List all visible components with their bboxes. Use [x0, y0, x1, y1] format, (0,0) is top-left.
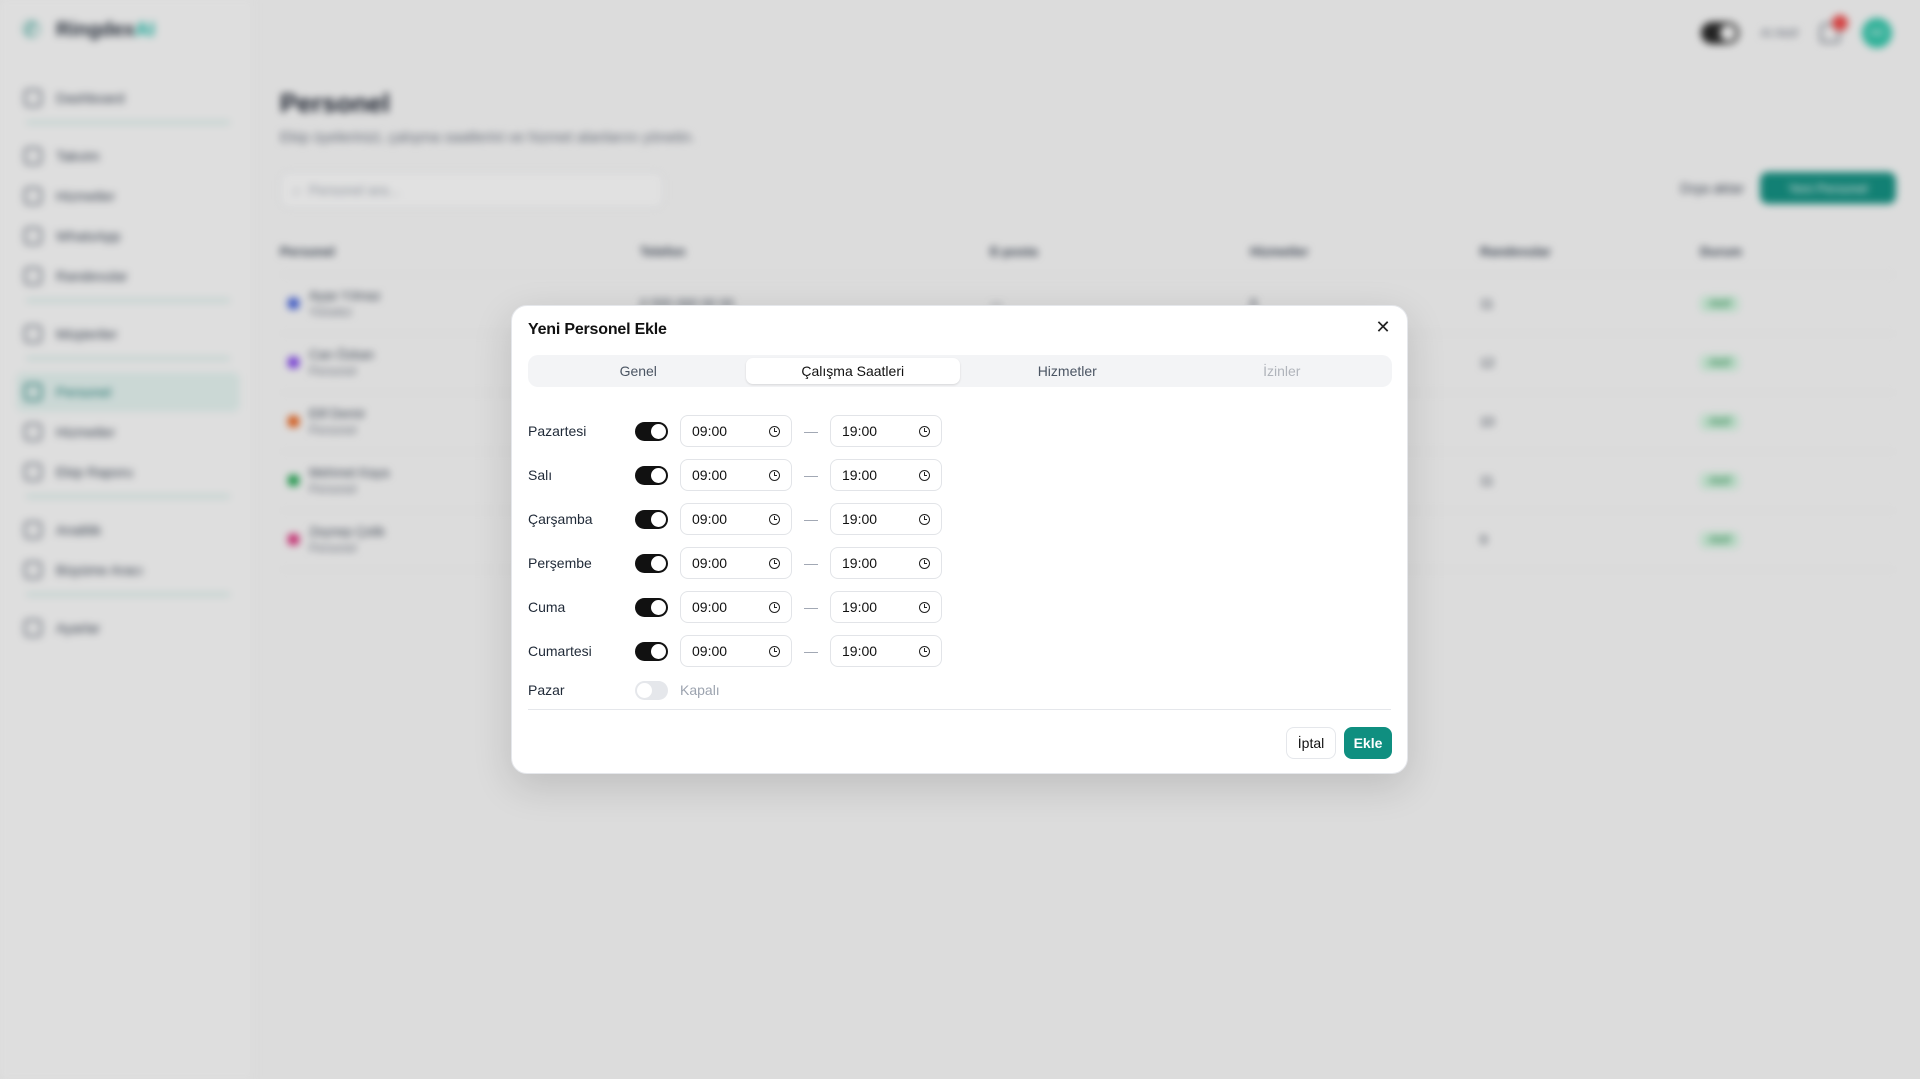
- day-name: Cumartesi: [528, 643, 592, 659]
- tab-working-hours[interactable]: Çalışma Saatleri: [745, 358, 960, 384]
- day-name: Çarşamba: [528, 511, 593, 527]
- day-row: Cumartesi 09:00 — 19:00: [528, 629, 1392, 673]
- modal-tabs: Genel Çalışma Saatleri Hizmetler İzinler: [528, 355, 1392, 387]
- end-time-value: 19:00: [842, 511, 878, 527]
- end-time-value: 19:00: [842, 555, 878, 571]
- end-time-value: 19:00: [842, 423, 878, 439]
- start-time-input[interactable]: 09:00: [680, 459, 792, 491]
- time-separator: —: [804, 467, 818, 483]
- day-row: Pazartesi 09:00 — 19:00: [528, 409, 1392, 453]
- end-time-value: 19:00: [842, 599, 878, 615]
- day-toggle[interactable]: [635, 641, 668, 661]
- time-separator: —: [804, 643, 818, 659]
- day-row: Salı 09:00 — 19:00: [528, 453, 1392, 497]
- time-separator: —: [804, 511, 818, 527]
- clock-icon: [919, 469, 930, 481]
- day-row: Pazar Kapalı: [528, 673, 1392, 707]
- day-name: Pazar: [528, 682, 565, 698]
- clock-icon: [919, 425, 930, 437]
- day-name: Salı: [528, 467, 553, 483]
- end-time-input[interactable]: 19:00: [830, 503, 942, 535]
- start-time-input[interactable]: 09:00: [680, 503, 792, 535]
- day-toggle[interactable]: [635, 509, 668, 529]
- tab-leaves[interactable]: İzinler: [1175, 358, 1390, 384]
- start-time-value: 09:00: [692, 511, 728, 527]
- start-time-value: 09:00: [692, 467, 728, 483]
- day-name: Perşembe: [528, 555, 592, 571]
- clock-icon: [769, 425, 780, 437]
- end-time-input[interactable]: 19:00: [830, 591, 942, 623]
- modal-title: Yeni Personel Ekle: [528, 321, 667, 338]
- start-time-value: 09:00: [692, 555, 728, 571]
- clock-icon: [919, 557, 930, 569]
- closed-label: Kapalı: [680, 682, 720, 698]
- clock-icon: [769, 601, 780, 613]
- clock-icon: [769, 645, 780, 657]
- start-time-value: 09:00: [692, 643, 728, 659]
- time-separator: —: [804, 599, 818, 615]
- day-toggle[interactable]: [635, 553, 668, 573]
- start-time-input[interactable]: 09:00: [680, 591, 792, 623]
- clock-icon: [769, 469, 780, 481]
- end-time-input[interactable]: 19:00: [830, 459, 942, 491]
- day-row: Çarşamba 09:00 — 19:00: [528, 497, 1392, 541]
- clock-icon: [919, 645, 930, 657]
- day-toggle[interactable]: [635, 465, 668, 485]
- start-time-input[interactable]: 09:00: [680, 415, 792, 447]
- day-toggle[interactable]: [635, 597, 668, 617]
- start-time-input[interactable]: 09:00: [680, 635, 792, 667]
- modal-divider: [528, 709, 1391, 710]
- clock-icon: [919, 601, 930, 613]
- day-toggle[interactable]: [635, 680, 668, 700]
- working-hours-list: Pazartesi 09:00—19:00 Salı 09:00—19:00 Çarşa…: [528, 409, 1392, 707]
- end-time-input[interactable]: 19:00: [830, 635, 942, 667]
- tab-services[interactable]: Hizmetler: [960, 358, 1175, 384]
- day-toggle[interactable]: [635, 421, 668, 441]
- end-time-input[interactable]: 19:00: [830, 415, 942, 447]
- day-name: Pazartesi: [528, 423, 587, 439]
- end-time-value: 19:00: [842, 467, 878, 483]
- start-time-value: 09:00: [692, 599, 728, 615]
- close-icon[interactable]: ✕: [1373, 317, 1393, 337]
- clock-icon: [769, 557, 780, 569]
- day-row: Cuma 09:00 — 19:00: [528, 585, 1392, 629]
- time-separator: —: [804, 555, 818, 571]
- time-separator: —: [804, 423, 818, 439]
- start-time-input[interactable]: 09:00: [680, 547, 792, 579]
- end-time-value: 19:00: [842, 643, 878, 659]
- clock-icon: [919, 513, 930, 525]
- clock-icon: [769, 513, 780, 525]
- start-time-value: 09:00: [692, 423, 728, 439]
- end-time-input[interactable]: 19:00: [830, 547, 942, 579]
- add-staff-modal: Yeni Personel Ekle ✕ Genel Çalışma Saatl…: [511, 305, 1408, 774]
- tab-general[interactable]: Genel: [531, 358, 746, 384]
- day-row: Perşembe 09:00 — 19:00: [528, 541, 1392, 585]
- add-button[interactable]: Ekle: [1344, 727, 1392, 759]
- cancel-button[interactable]: İptal: [1286, 727, 1336, 759]
- day-name: Cuma: [528, 599, 566, 615]
